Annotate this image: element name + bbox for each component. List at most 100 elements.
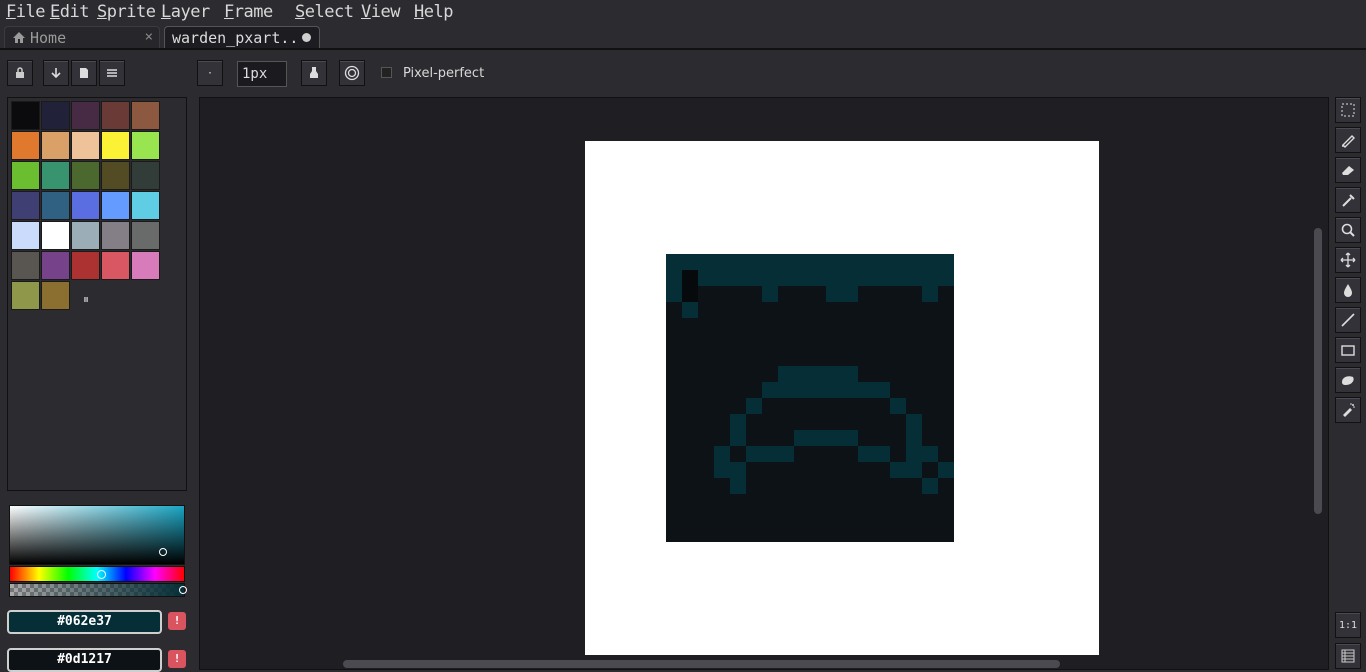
menu-edit[interactable]: Edit — [50, 2, 89, 22]
sprite-pixel — [698, 510, 714, 526]
tab-file[interactable]: warden_pxart.. — [164, 26, 320, 48]
palette-swatch[interactable] — [71, 101, 100, 130]
unsaved-dot-icon[interactable] — [302, 33, 311, 42]
ink-button[interactable] — [301, 60, 327, 86]
spray-tool-button[interactable] — [1335, 397, 1361, 423]
pixel-perfect-checkbox[interactable] — [381, 67, 392, 78]
eraser-tool-button[interactable] — [1335, 157, 1361, 183]
horizontal-scrollbar[interactable] — [343, 660, 1060, 668]
sprite-pixel — [938, 382, 954, 398]
timeline-button[interactable] — [1335, 643, 1361, 669]
zoom-1-1-button[interactable]: 1:1 — [1335, 612, 1361, 638]
paint-bucket-tool-button[interactable] — [1335, 277, 1361, 303]
palette-swatch[interactable] — [11, 191, 40, 220]
palette-swatch[interactable] — [41, 131, 70, 160]
sprite-image[interactable] — [666, 254, 954, 542]
rect-select-tool-button[interactable] — [1335, 97, 1361, 123]
sprite-pixel — [890, 446, 906, 462]
sprite-pixel — [714, 286, 730, 302]
palette-swatch[interactable] — [11, 221, 40, 250]
rectangle-tool-button[interactable] — [1335, 337, 1361, 363]
zoom-tool-button[interactable] — [1335, 217, 1361, 243]
tab-home[interactable]: Home × — [4, 26, 160, 48]
lock-button[interactable] — [7, 60, 33, 86]
sprite-pixel — [810, 270, 826, 286]
eyedropper-tool-button[interactable] — [1335, 187, 1361, 213]
palette-swatch[interactable] — [41, 101, 70, 130]
menu-help[interactable]: Help — [414, 2, 453, 22]
palette-swatch[interactable] — [11, 281, 40, 310]
palette-swatch[interactable] — [101, 101, 130, 130]
menu-frame[interactable]: Frame — [224, 2, 273, 22]
brush-size-field[interactable]: 1px — [237, 61, 287, 87]
palette-swatch[interactable] — [11, 161, 40, 190]
palette-swatch[interactable] — [131, 101, 160, 130]
palette-swatch[interactable] — [41, 281, 70, 310]
sprite-pixel — [810, 526, 826, 542]
sprite-pixel — [906, 350, 922, 366]
background-warning-button[interactable]: ! — [168, 650, 186, 668]
palette-swatch[interactable] — [101, 161, 130, 190]
palette-swatch[interactable] — [11, 101, 40, 130]
sprite-pixel — [730, 350, 746, 366]
sprite-pixel — [778, 350, 794, 366]
opacity-button[interactable] — [339, 60, 365, 86]
menu-file[interactable]: File — [6, 2, 45, 22]
palette-swatch[interactable] — [101, 191, 130, 220]
palette-swatch[interactable] — [131, 221, 160, 250]
palette-resize-handle[interactable]: ⏸ — [83, 292, 89, 307]
brush-type-button[interactable]: · — [197, 60, 223, 86]
contour-tool-button[interactable] — [1335, 367, 1361, 393]
palette-options-button[interactable] — [99, 60, 125, 86]
palette-swatch[interactable] — [101, 131, 130, 160]
menu-layer[interactable]: Layer — [161, 2, 210, 22]
palette-swatch[interactable] — [131, 251, 160, 280]
palette-swatch[interactable] — [41, 221, 70, 250]
palette-swatch[interactable] — [71, 161, 100, 190]
sv-marker[interactable] — [159, 548, 167, 556]
palette-swatch[interactable] — [131, 191, 160, 220]
tab-close-icon[interactable]: × — [145, 29, 153, 45]
palette-swatch[interactable] — [71, 131, 100, 160]
saturation-value-box[interactable] — [9, 505, 185, 565]
sprite-pixel — [778, 366, 794, 382]
line-tool-button[interactable] — [1335, 307, 1361, 333]
pencil-tool-button[interactable] — [1335, 127, 1361, 153]
background-color-field[interactable]: #0d1217 — [7, 648, 162, 672]
sprite-pixel — [778, 334, 794, 350]
palette-swatch[interactable] — [131, 161, 160, 190]
move-icon — [1340, 252, 1356, 268]
sprite-pixel — [666, 366, 682, 382]
move-tool-button[interactable] — [1335, 247, 1361, 273]
palette-swatch[interactable] — [71, 251, 100, 280]
palette-swatch[interactable] — [11, 251, 40, 280]
palette-swatch[interactable] — [41, 191, 70, 220]
menu-sprite[interactable]: Sprite — [97, 2, 156, 22]
palette-swatch[interactable] — [11, 131, 40, 160]
palette-swatch[interactable] — [71, 221, 100, 250]
palette-swatch[interactable] — [71, 191, 100, 220]
menu-select[interactable]: Select — [295, 2, 354, 22]
sprite-pixel — [890, 334, 906, 350]
vertical-scrollbar[interactable] — [1314, 228, 1322, 514]
sprite-pixel — [714, 430, 730, 446]
alpha-slider[interactable] — [9, 583, 185, 597]
sprite-pixel — [682, 414, 698, 430]
alpha-marker[interactable] — [179, 586, 187, 594]
palette-swatch[interactable] — [41, 251, 70, 280]
foreground-color-field[interactable]: #062e37 — [7, 610, 162, 634]
palette-swatch[interactable] — [131, 131, 160, 160]
sprite-pixel — [778, 286, 794, 302]
palette-down-button[interactable] — [43, 60, 69, 86]
sprite-pixel — [842, 382, 858, 398]
sprite-pixel — [938, 478, 954, 494]
hue-marker[interactable] — [97, 570, 106, 579]
menu-view[interactable]: View — [361, 2, 400, 22]
palette-save-button[interactable] — [71, 60, 97, 86]
sprite-pixel — [890, 286, 906, 302]
palette-swatch[interactable] — [101, 251, 130, 280]
foreground-warning-button[interactable]: ! — [168, 612, 186, 630]
palette-swatch[interactable] — [101, 221, 130, 250]
sprite-pixel — [890, 302, 906, 318]
palette-swatch[interactable] — [41, 161, 70, 190]
